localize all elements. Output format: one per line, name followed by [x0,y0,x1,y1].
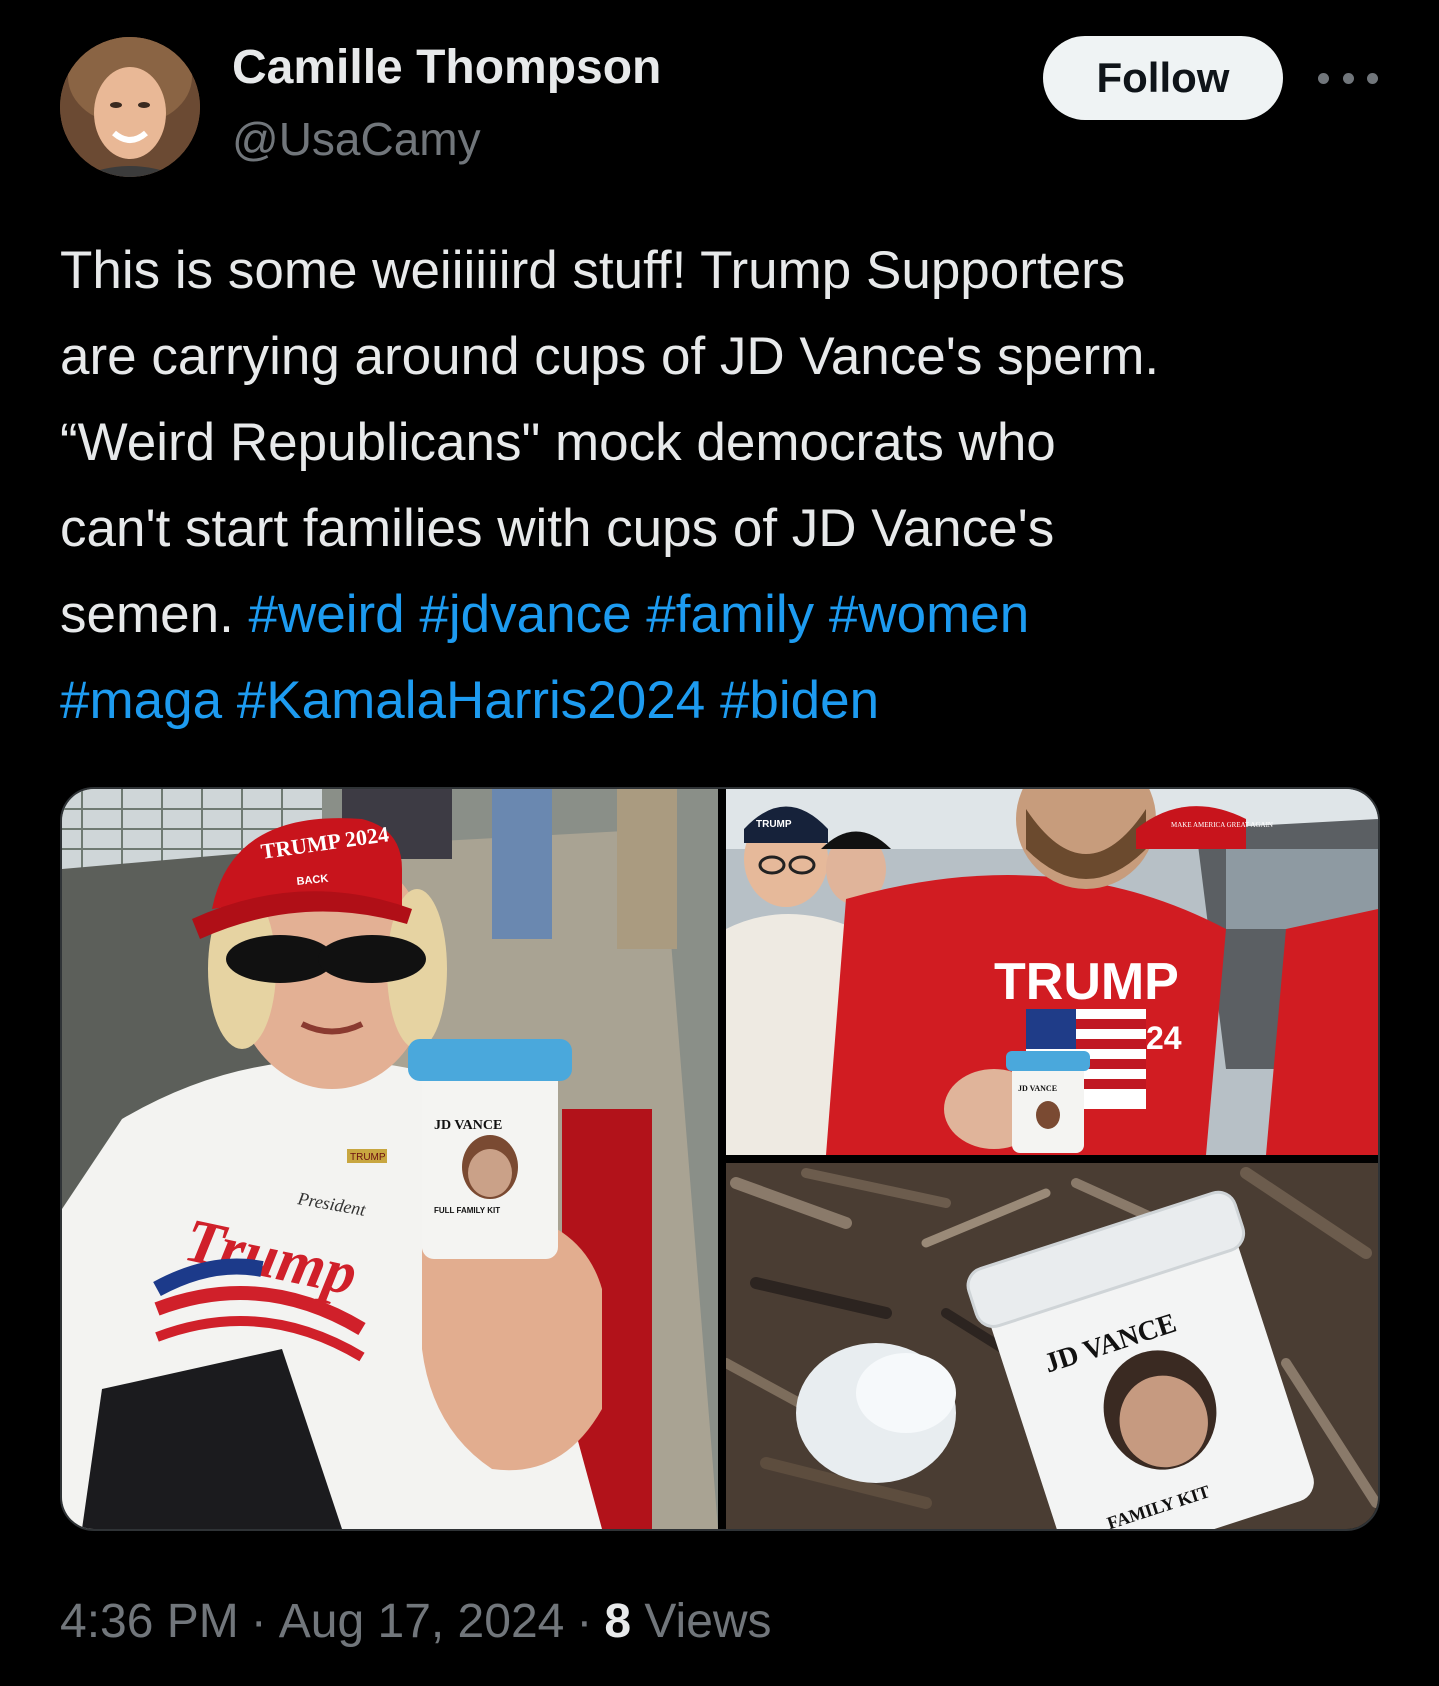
tweet-text-line: #maga #KamalaHarris2024 #biden [60,658,1400,744]
tweet-text-fragment: semen. [60,585,249,644]
hashtag-link[interactable]: #family [646,585,814,644]
more-options-icon[interactable] [1318,62,1378,94]
tweet-text-line: semen. #weird #jdvance #family #women [60,572,1400,658]
hashtag-link[interactable]: #KamalaHarris2024 [237,671,705,730]
hashtag-link[interactable]: #maga [60,671,222,730]
tweet-text-line: can't start families with cups of JD Van… [60,499,1055,558]
separator: · [250,1595,267,1648]
pin-text: TRUMP [350,1152,386,1163]
dot [1318,72,1329,84]
hashtag-link[interactable]: #biden [720,671,879,730]
shirt-text: TRUMP [994,953,1179,1011]
cup-subtext: FULL FAMILY KIT [434,1206,500,1215]
avatar-image [60,37,200,177]
cup-label: JD VANCE [434,1118,502,1133]
tweet-text-line: This is some weiiiiiird stuff! Trump Sup… [60,241,1126,300]
tweet-date[interactable]: Aug 17, 2024 [279,1595,565,1648]
author-handle[interactable]: @UsaCamy [232,112,481,166]
photo-woman-holding-cup[interactable]: Trump President TRUMP TRUMP 2024 BACK JD… [62,789,718,1529]
dot [1342,72,1354,84]
hashtag-link[interactable]: #jdvance [419,585,631,644]
views-label: Views [644,1595,772,1648]
hashtag-link[interactable]: #weird [249,585,405,644]
dot [1367,72,1378,84]
media-grid: Trump President TRUMP TRUMP 2024 BACK JD… [60,787,1380,1531]
hat-text: TRUMP [756,819,792,830]
red-hat-text: MAKE AMERICA GREAT AGAIN [1171,821,1273,829]
photo-cup-on-mulch[interactable]: JD VANCE FAMILY KIT [726,1163,1378,1529]
author-name[interactable]: Camille Thompson [232,40,661,95]
photo-man-red-shirt[interactable]: TRUMP TRUMP 24 JD VANCE MAKE AMERICA GRE… [726,789,1378,1155]
avatar[interactable] [60,37,200,177]
tweet-text: This is some weiiiiiird stuff! Trump Sup… [60,228,1400,744]
views-count: 8 [604,1595,632,1648]
hashtag-link[interactable]: #women [829,585,1029,644]
tweet: Camille Thompson @UsaCamy Follow This is… [0,0,1439,1686]
follow-button[interactable]: Follow [1043,36,1283,120]
separator: · [576,1595,593,1648]
photo-image: TRUMP TRUMP 24 JD VANCE MAKE AMERICA GRE… [726,789,1378,1155]
tweet-text-line: “Weird Republicans" mock democrats who [60,413,1056,472]
shirt-number: 24 [1146,1020,1182,1056]
photo-image: JD VANCE FAMILY KIT [726,1163,1378,1529]
photo-image: Trump President TRUMP TRUMP 2024 BACK JD… [62,789,718,1529]
tweet-meta: 4:36 PM · Aug 17, 2024 · 8 Views [60,1594,772,1649]
cup-label: JD VANCE [1018,1084,1057,1093]
tweet-time[interactable]: 4:36 PM [60,1595,239,1648]
tweet-text-line: are carrying around cups of JD Vance's s… [60,327,1160,386]
